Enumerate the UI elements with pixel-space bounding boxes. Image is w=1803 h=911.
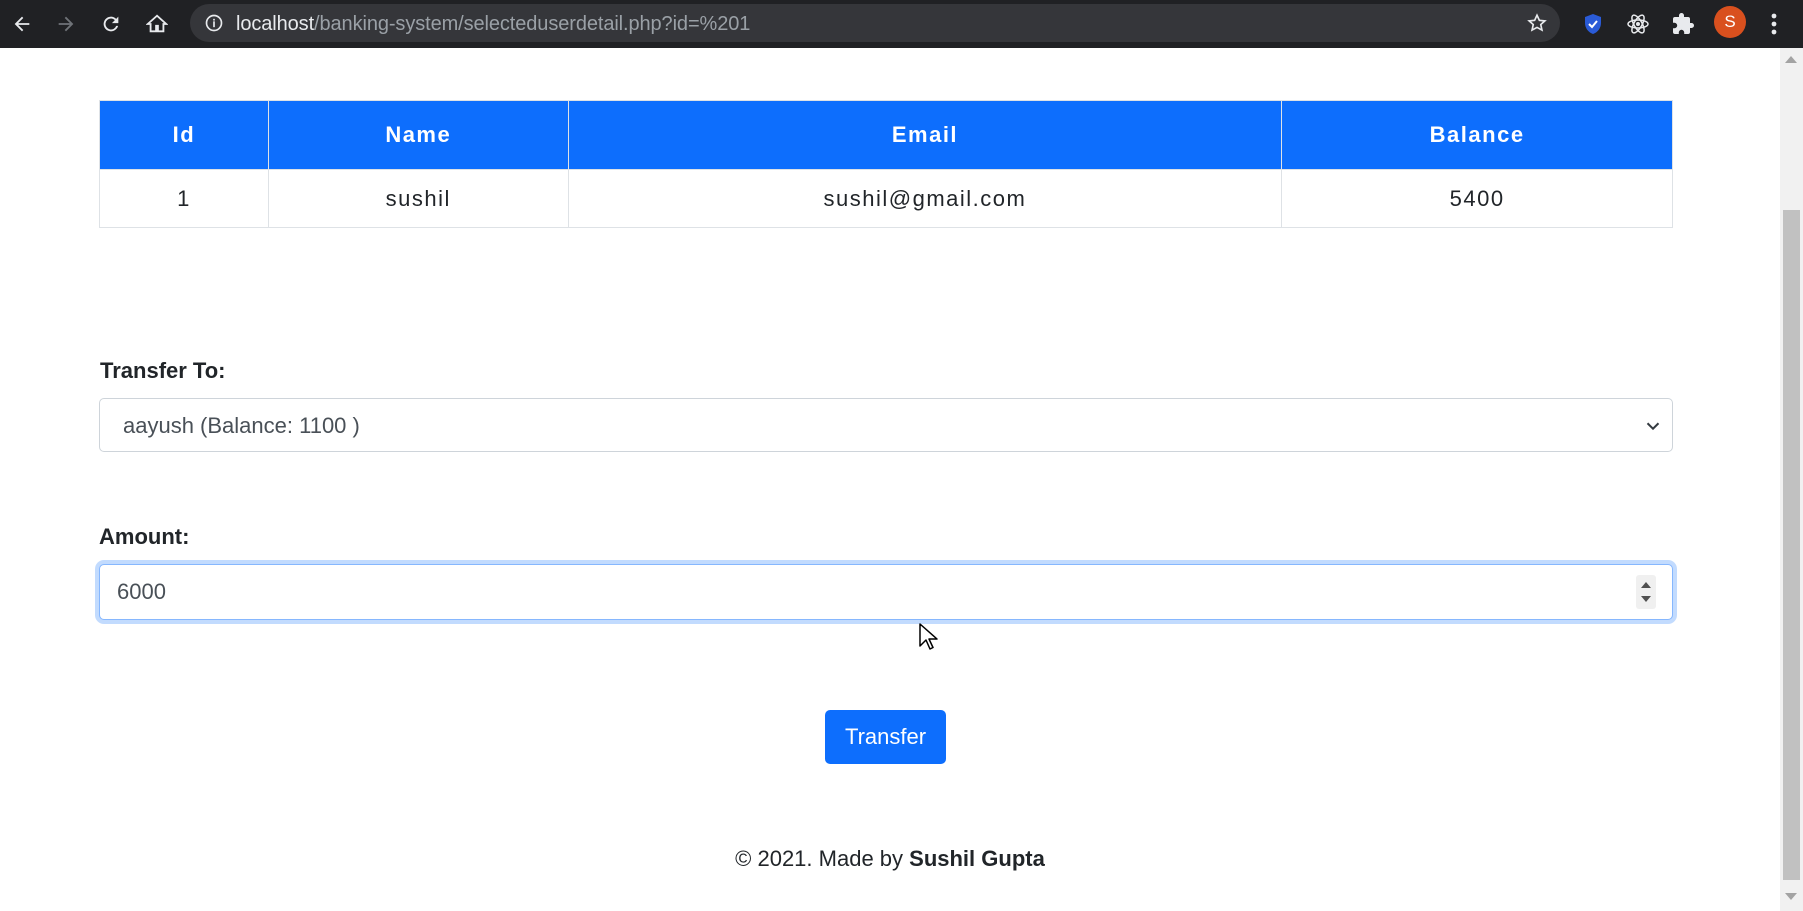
mouse-cursor-icon bbox=[919, 623, 938, 650]
browser-toolbar: localhost/banking-system/selecteduserdet… bbox=[0, 0, 1803, 48]
cell-balance: 5400 bbox=[1281, 169, 1673, 228]
column-header-id: Id bbox=[99, 100, 269, 170]
column-header-balance: Balance bbox=[1281, 100, 1673, 170]
url-text[interactable]: localhost/banking-system/selecteduserdet… bbox=[236, 13, 750, 36]
table-row: 1 sushil sushil@gmail.com 5400 bbox=[99, 169, 1673, 228]
arrow-left-icon bbox=[14, 16, 30, 32]
extension-shield-button[interactable] bbox=[1578, 9, 1608, 39]
arrow-right-icon bbox=[58, 16, 74, 32]
reload-button[interactable] bbox=[93, 6, 129, 42]
transfer-button[interactable]: Transfer bbox=[825, 710, 946, 764]
scrollbar-thumb[interactable] bbox=[1783, 210, 1800, 880]
column-header-name: Name bbox=[267, 100, 569, 170]
home-button[interactable] bbox=[139, 6, 175, 42]
address-bar[interactable]: localhost/banking-system/selecteduserdet… bbox=[190, 4, 1560, 42]
info-icon[interactable] bbox=[204, 13, 224, 33]
footer-copyright: © 2021. Made by bbox=[735, 846, 910, 871]
cell-email: sushil@gmail.com bbox=[567, 169, 1283, 228]
scroll-up-arrow-icon[interactable] bbox=[1785, 56, 1797, 63]
table-header-row: Id Name Email Balance bbox=[99, 100, 1673, 170]
page-footer: © 2021. Made by Sushil Gupta bbox=[0, 846, 1780, 872]
extensions-button[interactable] bbox=[1668, 9, 1698, 39]
reload-icon bbox=[103, 16, 119, 32]
profile-avatar[interactable]: S bbox=[1714, 6, 1746, 38]
extension-react-button[interactable] bbox=[1623, 9, 1653, 39]
transfer-to-label: Transfer To: bbox=[100, 358, 226, 383]
transfer-to-select[interactable]: aayush (Balance: 1100 ) bbox=[99, 398, 1673, 452]
react-icon bbox=[1627, 14, 1649, 34]
scroll-down-arrow-icon[interactable] bbox=[1785, 893, 1797, 900]
browser-menu-button[interactable] bbox=[1760, 6, 1788, 42]
profile-initial: S bbox=[1724, 12, 1736, 31]
footer-author: Sushil Gupta bbox=[909, 846, 1045, 871]
cell-id: 1 bbox=[99, 169, 269, 228]
puzzle-icon bbox=[1673, 13, 1694, 34]
amount-input-value: 6000 bbox=[117, 579, 166, 604]
back-button[interactable] bbox=[4, 6, 40, 42]
number-spinner-icon[interactable] bbox=[1636, 575, 1656, 609]
user-detail-table: Id Name Email Balance 1 sushil sushil@gm… bbox=[99, 100, 1673, 228]
star-icon[interactable] bbox=[1526, 12, 1548, 34]
amount-input[interactable]: 6000 bbox=[99, 564, 1673, 620]
home-icon bbox=[146, 14, 168, 33]
url-path: /banking-system/selecteduserdetail.php?i… bbox=[314, 13, 751, 35]
amount-label: Amount: bbox=[99, 524, 190, 549]
shield-icon bbox=[1585, 14, 1601, 34]
cell-name: sushil bbox=[267, 169, 569, 228]
forward-button[interactable] bbox=[48, 6, 84, 42]
more-vert-icon bbox=[1771, 13, 1777, 35]
url-host: localhost bbox=[236, 13, 315, 35]
chevron-down-icon bbox=[1646, 422, 1660, 431]
column-header-email: Email bbox=[567, 100, 1283, 170]
transfer-to-selected-value: aayush (Balance: 1100 ) bbox=[123, 413, 360, 438]
